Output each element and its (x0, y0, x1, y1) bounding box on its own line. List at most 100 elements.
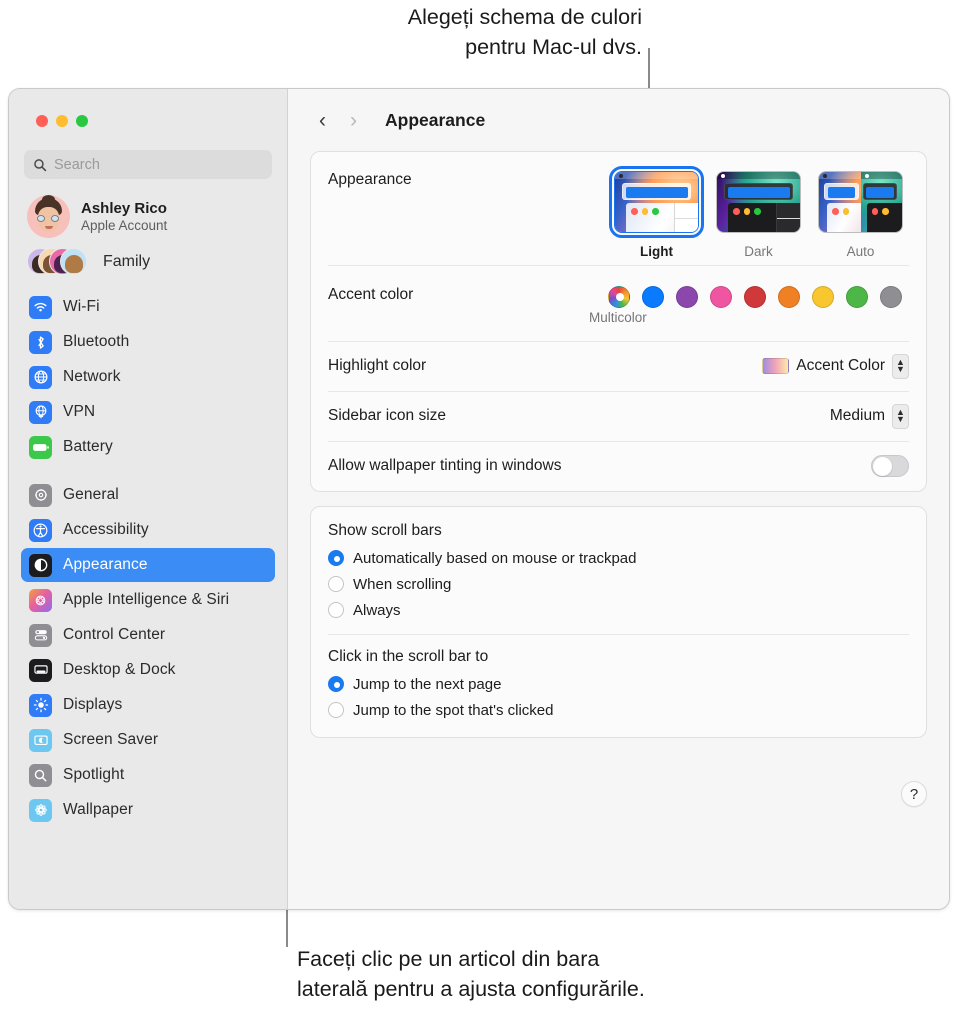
sidebar-item-label: Bluetooth (63, 333, 129, 351)
radio-click-jump-to-spot[interactable]: Jump to the spot that's clicked (311, 697, 926, 723)
radio-button[interactable] (328, 550, 344, 566)
sidebar-item-appearance[interactable]: Appearance (21, 548, 275, 582)
battery-icon (29, 436, 52, 459)
radio-button[interactable] (328, 602, 344, 618)
sidebar-icon-size-label: Sidebar icon size (328, 407, 446, 425)
appearance-option-label: Light (640, 244, 673, 259)
system-settings-window: Search Ashley Rico Apple Account (8, 88, 950, 910)
sidebar-item-label: Displays (63, 696, 122, 714)
highlight-color-swatch (762, 358, 789, 374)
radio-click-jump-next-page[interactable]: Jump to the next page (311, 671, 926, 697)
wallpaper-tinting-label: Allow wallpaper tinting in windows (328, 457, 561, 475)
chevron-updown-icon[interactable]: ▲▼ (892, 354, 909, 379)
accent-swatch-red[interactable] (744, 286, 766, 308)
light-thumbnail (614, 171, 699, 233)
sidebar-item-desktop-dock[interactable]: Desktop & Dock (21, 653, 275, 687)
help-button[interactable]: ? (901, 781, 927, 807)
close-button[interactable] (36, 115, 48, 127)
sidebar-item-label: Spotlight (63, 766, 124, 784)
content-area: ‹ › Appearance Appearance (288, 89, 949, 909)
highlight-color-control[interactable]: Accent Color ▲▼ (762, 354, 909, 379)
sidebar-nav: Wi-Fi Bluetooth Network (21, 290, 275, 828)
chevron-right-icon[interactable]: › (350, 110, 363, 131)
radio-show-scroll-bars-always[interactable]: Always (311, 597, 926, 623)
appearance-option-light[interactable]: Light (614, 171, 699, 259)
sidebar-item-bluetooth[interactable]: Bluetooth (21, 325, 275, 359)
sidebar-item-label: Accessibility (63, 521, 149, 539)
radio-show-scroll-bars-when-scrolling[interactable]: When scrolling (311, 571, 926, 597)
callout-bottom-text: Faceți clic pe un articol din bara later… (297, 944, 737, 1004)
highlight-color-row: Highlight color Accent Color ▲▼ (311, 341, 926, 391)
sidebar-icon-size-value: Medium (830, 407, 885, 425)
sidebar-icon-size-control[interactable]: Medium ▲▼ (830, 404, 909, 429)
appearance-option-dark[interactable]: Dark (716, 171, 801, 259)
avatar (27, 195, 70, 238)
radio-button[interactable] (328, 702, 344, 718)
appearance-row: Appearance Light (311, 152, 926, 265)
sidebar-item-wallpaper[interactable]: Wallpaper (21, 793, 275, 827)
accent-swatch-graphite[interactable] (880, 286, 902, 308)
appearance-options: Light Dark (614, 171, 909, 259)
search-placeholder: Search (54, 157, 100, 173)
account-name: Ashley Rico (81, 200, 167, 217)
radio-label: When scrolling (353, 576, 451, 593)
appearance-option-auto[interactable]: Auto (818, 171, 903, 259)
radio-label: Automatically based on mouse or trackpad (353, 550, 636, 567)
highlight-color-label: Highlight color (328, 357, 426, 375)
sidebar-item-label: Apple Intelligence & Siri (63, 591, 229, 609)
section-divider (328, 634, 909, 635)
sidebar-item-control-center[interactable]: Control Center (21, 618, 275, 652)
sidebar-item-wi-fi[interactable]: Wi-Fi (21, 290, 275, 324)
zoom-button[interactable] (76, 115, 88, 127)
sidebar-item-spotlight[interactable]: Spotlight (21, 758, 275, 792)
minimize-button[interactable] (56, 115, 68, 127)
sidebar-item-label: Battery (63, 438, 113, 456)
account-subtitle: Apple Account (81, 218, 167, 233)
dark-thumbnail (716, 171, 801, 233)
sidebar-item-screen-saver[interactable]: Screen Saver (21, 723, 275, 757)
family-row[interactable]: Family (27, 248, 275, 276)
vpn-globe-icon (29, 401, 52, 424)
sidebar-item-network[interactable]: Network (21, 360, 275, 394)
appearance-option-label: Dark (744, 244, 773, 259)
chevron-left-icon[interactable]: ‹ (319, 110, 332, 131)
radio-label: Jump to the spot that's clicked (353, 702, 553, 719)
chevron-updown-icon[interactable]: ▲▼ (892, 404, 909, 429)
sidebar-item-label: Control Center (63, 626, 165, 644)
sidebar-item-battery[interactable]: Battery (21, 430, 275, 464)
sidebar-item-label: Network (63, 368, 121, 386)
siri-icon (29, 589, 52, 612)
brightness-icon (29, 694, 52, 717)
sidebar-item-label: Wallpaper (63, 801, 133, 819)
sidebar-icon-size-row: Sidebar icon size Medium ▲▼ (311, 391, 926, 441)
sidebar-item-vpn[interactable]: VPN (21, 395, 275, 429)
accent-swatch-blue[interactable] (642, 286, 664, 308)
accent-swatch-green[interactable] (846, 286, 868, 308)
accent-swatch-multicolor[interactable] (608, 286, 630, 308)
sidebar-item-general[interactable]: General (21, 478, 275, 512)
sidebar-item-label: General (63, 486, 119, 504)
radio-show-scroll-bars-automatic[interactable]: Automatically based on mouse or trackpad (311, 545, 926, 571)
window-traffic-lights (21, 89, 275, 127)
sidebar-item-displays[interactable]: Displays (21, 688, 275, 722)
callout-top-text: Alegeți schema de culori pentru Mac-ul d… (318, 2, 642, 62)
accent-swatch-orange[interactable] (778, 286, 800, 308)
auto-thumbnail (818, 171, 903, 233)
account-row[interactable]: Ashley Rico Apple Account (27, 195, 275, 238)
sidebar-item-label: Appearance (63, 556, 148, 574)
family-avatars (27, 248, 89, 276)
page-title: Appearance (385, 110, 485, 131)
accent-swatch-purple[interactable] (676, 286, 698, 308)
accent-swatch-yellow[interactable] (812, 286, 834, 308)
sidebar-item-accessibility[interactable]: Accessibility (21, 513, 275, 547)
accent-color-label: Accent color (328, 286, 413, 304)
radio-button[interactable] (328, 576, 344, 592)
bluetooth-icon (29, 331, 52, 354)
wallpaper-tinting-toggle[interactable] (871, 455, 909, 477)
radio-button[interactable] (328, 676, 344, 692)
globe-icon (29, 366, 52, 389)
accent-swatch-pink[interactable] (710, 286, 732, 308)
sidebar-item-apple-intelligence-siri[interactable]: Apple Intelligence & Siri (21, 583, 275, 617)
search-input[interactable]: Search (24, 150, 272, 179)
toolbar: ‹ › Appearance (310, 89, 927, 151)
